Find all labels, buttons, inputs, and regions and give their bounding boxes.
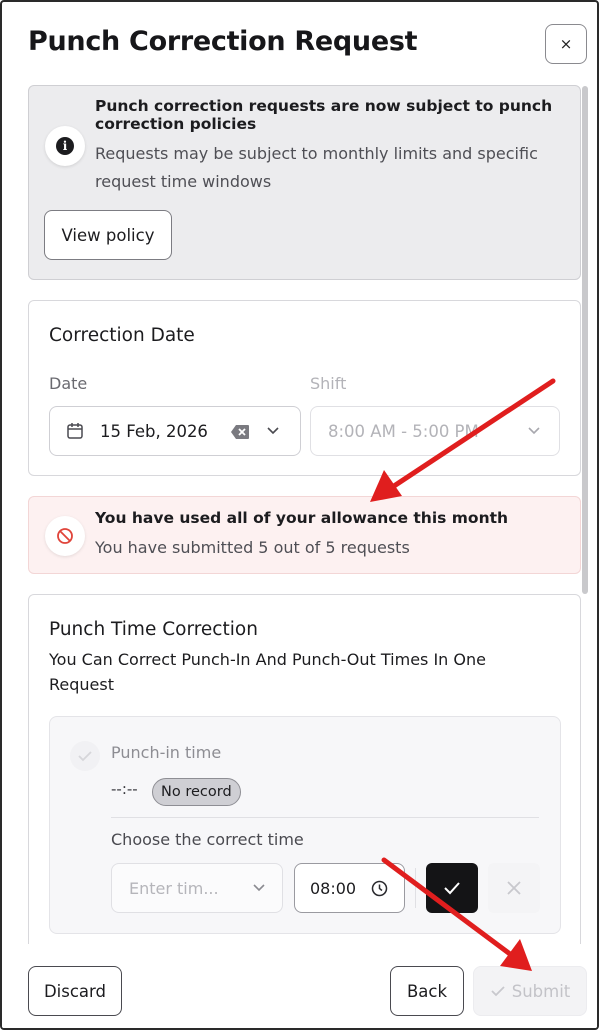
check-icon (491, 986, 505, 997)
info-icon: i (56, 137, 74, 155)
clear-input-icon[interactable] (230, 424, 250, 440)
alert-title: You have used all of your allowance this… (95, 509, 509, 527)
dialog-footer: Discard Back Submit (2, 944, 597, 1028)
prohibited-icon (57, 528, 73, 544)
chevron-down-icon (267, 427, 279, 435)
submit-label: Submit (511, 981, 571, 1001)
separator (415, 868, 416, 908)
policy-notice-title: Punch correction requests are now subjec… (95, 97, 553, 133)
confirm-time-button[interactable] (426, 863, 478, 913)
punch-time-section: Punch Time Correction You Can Correct Pu… (28, 594, 581, 954)
shift-select[interactable]: 8:00 AM - 5:00 PM (310, 406, 560, 456)
prohibited-icon-container (45, 516, 85, 556)
close-button[interactable]: × (545, 24, 587, 64)
discard-button[interactable]: Discard (28, 966, 122, 1016)
punch-in-label: Punch-in time (111, 743, 222, 762)
dialog-title: Punch Correction Request (28, 26, 418, 57)
date-picker[interactable]: 15 Feb, 2026 (49, 406, 301, 456)
current-punch-time: --:-- (111, 780, 138, 798)
check-icon (444, 882, 460, 895)
clock-icon[interactable] (371, 880, 388, 897)
shift-value: 8:00 AM - 5:00 PM (328, 422, 479, 441)
back-button[interactable]: Back (390, 966, 464, 1016)
chevron-down-icon (253, 884, 265, 892)
punch-in-checkbox[interactable] (70, 741, 100, 771)
enter-time-placeholder: Enter tim... (129, 879, 219, 898)
no-record-badge: No record (152, 778, 241, 806)
chevron-down-icon (528, 427, 540, 435)
time-input[interactable]: 08:00 (294, 863, 405, 913)
scrollbar[interactable] (582, 86, 588, 594)
punch-time-title: Punch Time Correction (49, 619, 258, 640)
punch-correction-dialog: Punch Correction Request × i Punch corre… (0, 0, 599, 1030)
punch-time-subtitle: You Can Correct Punch-In And Punch-Out T… (49, 650, 486, 694)
enter-time-select[interactable]: Enter tim... (111, 863, 283, 913)
view-policy-button[interactable]: View policy (44, 210, 172, 260)
info-icon-container: i (45, 126, 85, 166)
policy-notice-body: Requests may be subject to monthly limit… (95, 144, 538, 191)
correction-date-title: Correction Date (49, 325, 195, 346)
date-label: Date (49, 374, 88, 393)
check-icon (78, 751, 92, 762)
time-value: 08:00 (310, 879, 356, 898)
allowance-alert: You have used all of your allowance this… (28, 496, 581, 574)
punch-in-row: Punch-in time --:-- No record Choose the… (49, 716, 561, 934)
cancel-time-button[interactable] (488, 863, 540, 913)
correction-date-section: Correction Date Date Shift 15 Feb, 2026 … (28, 300, 581, 476)
shift-label: Shift (310, 374, 347, 393)
submit-button[interactable]: Submit (473, 966, 587, 1016)
choose-time-label: Choose the correct time (111, 830, 304, 849)
divider (111, 817, 539, 818)
date-value: 15 Feb, 2026 (100, 422, 208, 441)
close-icon (507, 881, 521, 895)
policy-notice: i Punch correction requests are now subj… (28, 85, 581, 280)
alert-body: You have submitted 5 out of 5 requests (95, 538, 410, 557)
close-icon: × (559, 35, 573, 53)
calendar-icon (67, 423, 83, 439)
